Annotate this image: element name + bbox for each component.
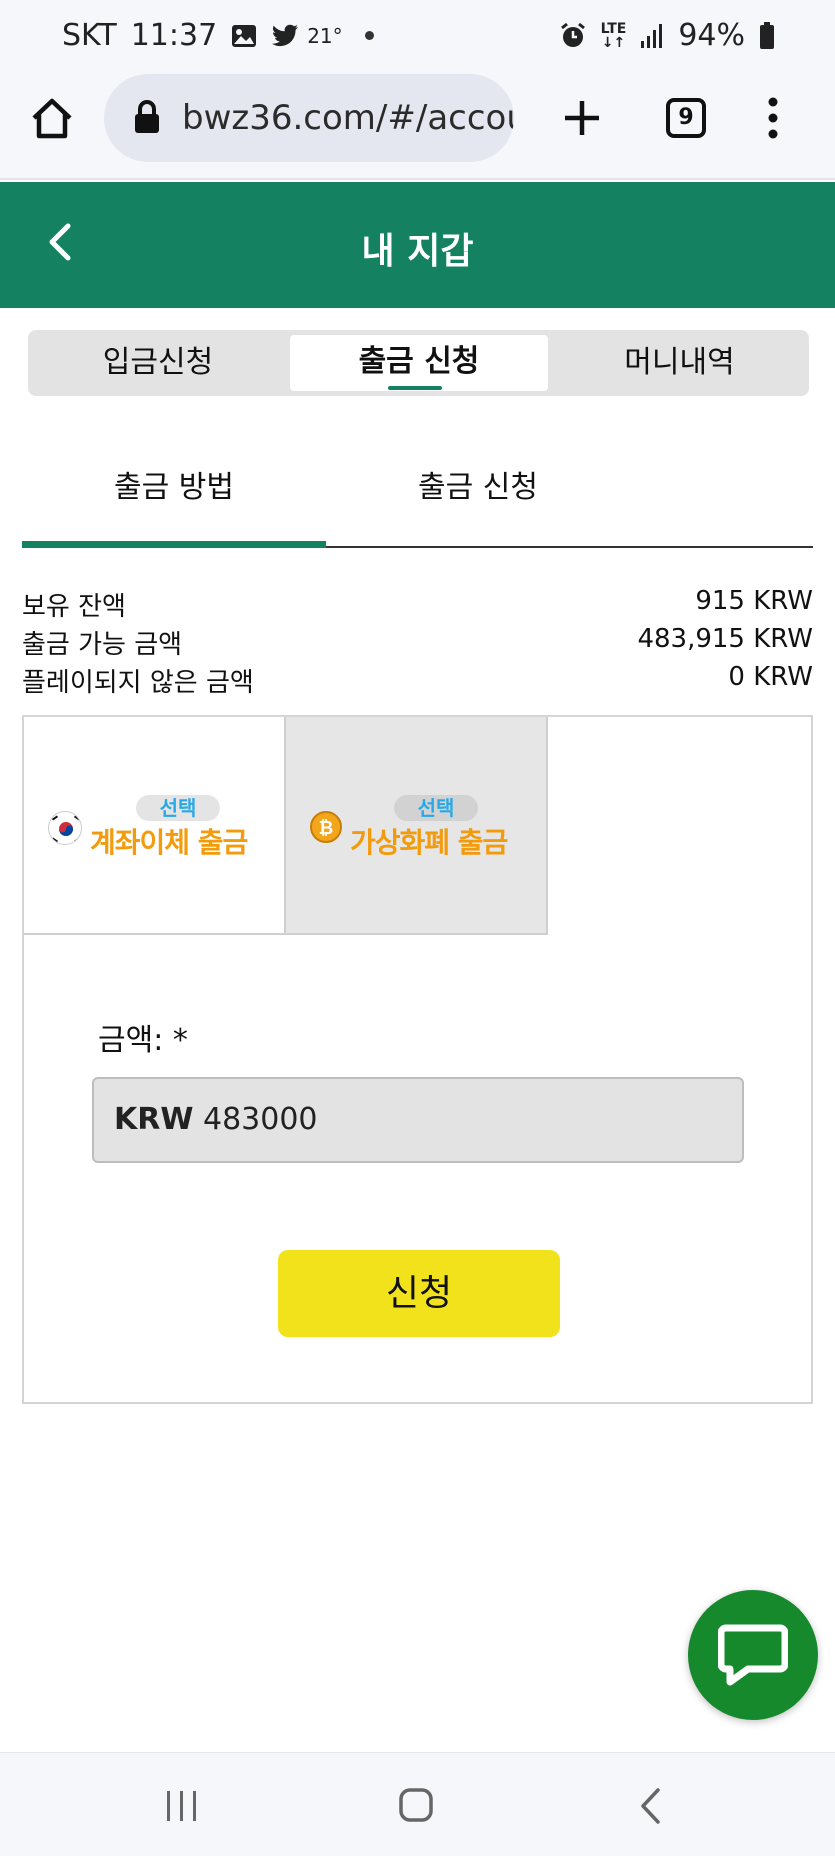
withdraw-panel: 선택 계좌이체 출금 ₿ 선택 가상화폐 출금 금액: * KRW 483000… xyxy=(22,715,813,1404)
page-header: 내 지갑 xyxy=(0,182,835,308)
carrier-label: SKT xyxy=(62,18,117,53)
signal-icon xyxy=(641,23,663,48)
submit-button[interactable]: 신청 xyxy=(278,1250,560,1337)
more-menu-icon[interactable] xyxy=(765,96,781,140)
new-tab-icon[interactable] xyxy=(562,98,602,138)
balance-value: 915 KRW xyxy=(695,586,813,616)
unplayed-label: 플레이되지 않은 금액 xyxy=(22,668,254,698)
home-nav-icon[interactable] xyxy=(398,1787,434,1823)
lock-icon xyxy=(135,100,159,133)
unplayed-row: 플레이되지 않은 금액 0 KRW xyxy=(22,662,813,698)
alarm-icon xyxy=(560,22,585,47)
url-text: bwz36.com/#/accou xyxy=(182,98,514,138)
amount-label: 금액: * xyxy=(98,1023,188,1058)
balance-row: 보유 잔액 915 KRW xyxy=(22,586,813,622)
withdrawable-label: 출금 가능 금액 xyxy=(22,630,183,660)
method-label: 계좌이체 출금 xyxy=(90,826,248,859)
tab-money-history[interactable]: 머니내역 xyxy=(550,330,809,396)
notification-dot-icon xyxy=(364,31,374,40)
balance-label: 보유 잔액 xyxy=(22,592,126,622)
system-nav-bar xyxy=(0,1752,835,1856)
tab-withdraw[interactable]: 출금 신청 xyxy=(290,335,548,391)
method-label: 가상화폐 출금 xyxy=(350,826,508,859)
method-crypto[interactable]: ₿ 선택 가상화폐 출금 xyxy=(286,717,548,935)
currency-prefix: KRW xyxy=(114,1102,194,1137)
subtab-withdraw-request[interactable]: 출금 신청 xyxy=(418,462,538,506)
unplayed-value: 0 KRW xyxy=(728,662,813,692)
withdrawable-value: 483,915 KRW xyxy=(637,624,813,654)
status-bar: SKT 11:37 21° LTE ↓↑ 94% xyxy=(0,0,835,70)
lte-indicator: LTE ↓↑ xyxy=(600,20,627,51)
twitter-icon xyxy=(272,24,299,46)
wallet-tabs: 입금신청 출금 신청 머니내역 xyxy=(28,330,809,396)
korea-flag-icon xyxy=(48,811,82,845)
subtab-active-indicator xyxy=(22,541,326,548)
recent-apps-icon[interactable] xyxy=(164,1789,200,1823)
battery-icon xyxy=(760,21,774,49)
tab-count-button[interactable]: 9 xyxy=(666,98,706,138)
battery-percent: 94% xyxy=(678,18,745,53)
method-badge: 선택 xyxy=(394,795,478,821)
bitcoin-icon: ₿ xyxy=(310,811,342,843)
subtab-withdraw-method[interactable]: 출금 방법 xyxy=(114,462,234,506)
amount-value: 483000 xyxy=(203,1102,318,1137)
gallery-icon xyxy=(232,24,257,47)
home-icon[interactable] xyxy=(30,96,74,140)
temperature-label: 21° xyxy=(307,23,343,48)
tab-deposit[interactable]: 입금신청 xyxy=(28,330,288,396)
browser-toolbar: bwz36.com/#/accou 9 xyxy=(0,70,835,180)
back-nav-icon[interactable] xyxy=(638,1787,662,1825)
page-title: 내 지갑 xyxy=(361,231,474,272)
chat-button[interactable] xyxy=(688,1590,818,1720)
address-bar[interactable]: bwz36.com/#/accou xyxy=(104,74,514,162)
chat-bubble-icon xyxy=(718,1624,788,1686)
tab-withdraw-label: 출금 신청 xyxy=(358,344,480,379)
amount-input[interactable]: KRW 483000 xyxy=(92,1077,744,1163)
method-badge: 선택 xyxy=(136,795,220,821)
active-tab-indicator xyxy=(388,386,442,390)
method-bank-transfer[interactable]: 선택 계좌이체 출금 xyxy=(24,717,286,935)
clock: 11:37 xyxy=(130,18,218,53)
withdrawable-row: 출금 가능 금액 483,915 KRW xyxy=(22,624,813,660)
